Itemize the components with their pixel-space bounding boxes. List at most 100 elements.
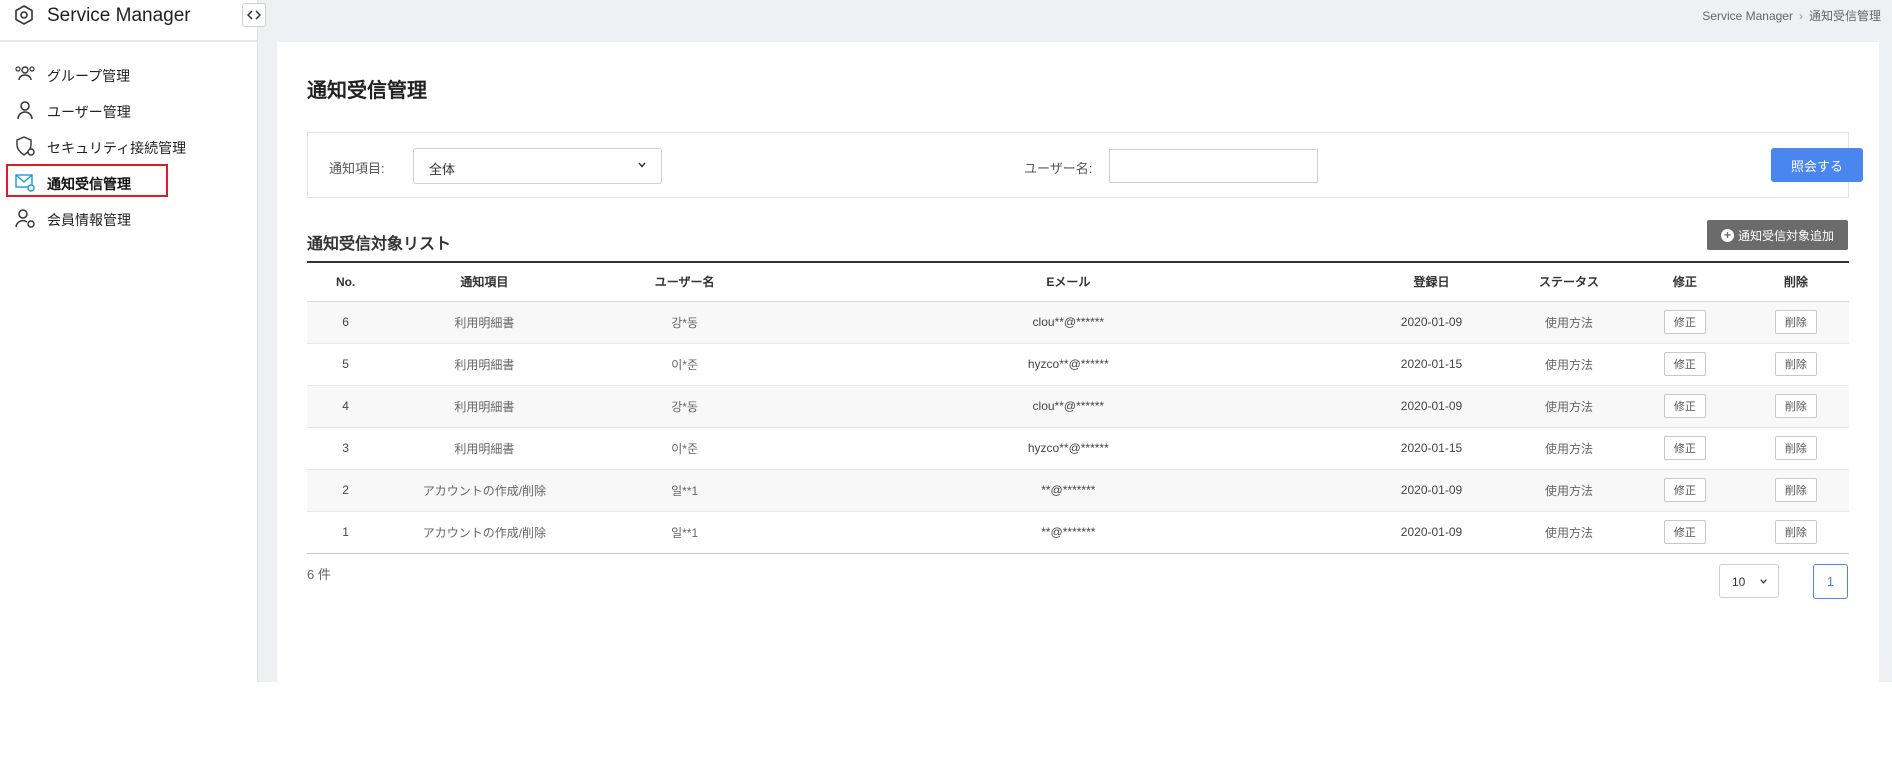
cell-no: 6 xyxy=(342,315,349,329)
cell-item: アカウントの作成/削除 xyxy=(422,525,547,540)
cell-date: 2020-01-09 xyxy=(1400,483,1463,497)
sidebar-item-label: グループ管理 xyxy=(47,68,131,84)
cell-date: 2020-01-15 xyxy=(1400,357,1463,371)
delete-button[interactable]: 削除 xyxy=(1774,352,1817,376)
column-header-no: No. xyxy=(335,274,356,289)
cell-edit: 修正 xyxy=(1627,469,1743,511)
edit-button[interactable]: 修正 xyxy=(1663,310,1706,334)
page-button-current[interactable]: 1 xyxy=(1813,564,1848,599)
cell-status: 使用方法 xyxy=(1545,525,1594,540)
chevron-down-icon xyxy=(638,162,646,168)
cell-no: 5 xyxy=(342,357,349,371)
notification-item-select[interactable]: 全体 xyxy=(413,148,662,184)
cell-edit: 修正 xyxy=(1627,385,1743,427)
cell-date: 2020-01-09 xyxy=(1400,315,1463,329)
page-size-select[interactable]: 10 xyxy=(1719,564,1779,598)
table-row: 4 利用明細書 강*동 clou**@****** 2020-01-09 使用方… xyxy=(307,385,1849,427)
sidebar-item-label: ユーザー管理 xyxy=(47,104,131,120)
cell-no: 4 xyxy=(342,399,349,413)
sidebar-item-notification[interactable]: 通知受信管理 xyxy=(0,164,257,202)
cell-email: **@******* xyxy=(1041,483,1096,497)
cell-email: clou**@****** xyxy=(1032,315,1105,329)
delete-button[interactable]: 削除 xyxy=(1774,520,1817,544)
cell-edit: 修正 xyxy=(1627,343,1743,385)
cell-user: 강*동 xyxy=(671,399,699,414)
cell-edit: 修正 xyxy=(1627,511,1743,553)
column-header-email: Eメール xyxy=(1046,275,1091,290)
sidebar: Service Manager グループ管理 ユーザー管理 セキュリティ接続管理… xyxy=(0,0,258,682)
sidebar-item-member[interactable]: 会員情報管理 xyxy=(0,202,257,238)
code-brackets-icon xyxy=(247,10,261,20)
cell-email: clou**@****** xyxy=(1032,399,1105,413)
table-row: 6 利用明細書 강*동 clou**@****** 2020-01-09 使用方… xyxy=(307,301,1849,343)
cell-email: hyzco**@****** xyxy=(1027,357,1109,371)
edit-button[interactable]: 修正 xyxy=(1663,436,1706,460)
cell-edit: 修正 xyxy=(1627,427,1743,469)
add-button-label: 通知受信対象追加 xyxy=(1737,228,1834,243)
breadcrumb-separator: › xyxy=(1798,9,1803,23)
edit-button[interactable]: 修正 xyxy=(1663,520,1706,544)
table-row: 2 アカウントの作成/削除 일**1 **@******* 2020-01-09… xyxy=(307,469,1849,511)
group-icon xyxy=(15,66,35,81)
cell-item: アカウントの作成/削除 xyxy=(422,483,547,498)
cell-user: 일**1 xyxy=(671,483,699,498)
cell-no: 3 xyxy=(342,441,349,455)
table-header-row: No. 通知項目 ユーザー名 Eメール 登録日 ステータス 修正 削除 xyxy=(307,262,1849,301)
username-input[interactable] xyxy=(1109,149,1318,183)
cell-edit: 修正 xyxy=(1627,301,1743,343)
chevron-down-icon xyxy=(1760,579,1767,584)
column-header-status: ステータス xyxy=(1539,275,1600,290)
sidebar-item-user[interactable]: ユーザー管理 xyxy=(0,94,257,130)
cell-no: 1 xyxy=(342,525,349,539)
breadcrumb-root[interactable]: Service Manager xyxy=(1702,9,1793,23)
content-card: 通知受信管理 通知項目: 全体 ユーザー名: 照会する 通知受信対象リスト + … xyxy=(277,42,1879,682)
edit-button[interactable]: 修正 xyxy=(1663,478,1706,502)
cell-no: 2 xyxy=(342,483,349,497)
cell-status: 使用方法 xyxy=(1545,315,1594,330)
add-target-button[interactable]: + 通知受信対象追加 xyxy=(1707,220,1848,250)
user-gear-icon xyxy=(15,209,35,228)
breadcrumb-current: 通知受信管理 xyxy=(1808,9,1881,23)
delete-button[interactable]: 削除 xyxy=(1774,436,1817,460)
table-row: 1 アカウントの作成/削除 일**1 **@******* 2020-01-09… xyxy=(307,511,1849,553)
sidebar-item-label: 通知受信管理 xyxy=(47,176,131,192)
cell-email: hyzco**@****** xyxy=(1027,441,1109,455)
cell-user: 이*준 xyxy=(671,357,699,372)
notification-table: No. 通知項目 ユーザー名 Eメール 登録日 ステータス 修正 削除 6 利用… xyxy=(307,261,1849,554)
delete-button[interactable]: 削除 xyxy=(1774,310,1817,334)
column-header-item: 通知項目 xyxy=(460,275,509,290)
cell-delete: 削除 xyxy=(1743,343,1849,385)
cell-delete: 削除 xyxy=(1743,301,1849,343)
cell-status: 使用方法 xyxy=(1545,483,1594,498)
cell-status: 使用方法 xyxy=(1545,441,1594,456)
search-button[interactable]: 照会する xyxy=(1771,148,1863,182)
cell-user: 이*준 xyxy=(671,441,699,456)
cell-user: 일**1 xyxy=(671,525,699,540)
delete-button[interactable]: 削除 xyxy=(1774,478,1817,502)
column-header-edit: 修正 xyxy=(1672,275,1697,290)
cell-delete: 削除 xyxy=(1743,385,1849,427)
shield-gear-icon xyxy=(16,136,35,156)
sidebar-item-label: セキュリティ接続管理 xyxy=(47,140,187,156)
sidebar-nav: グループ管理 ユーザー管理 セキュリティ接続管理 通知受信管理 会員情報管理 xyxy=(0,58,257,238)
sidebar-item-security[interactable]: セキュリティ接続管理 xyxy=(0,130,257,166)
edit-button[interactable]: 修正 xyxy=(1663,352,1706,376)
cell-email: **@******* xyxy=(1041,525,1096,539)
column-header-date: 登録日 xyxy=(1413,275,1450,290)
cell-date: 2020-01-09 xyxy=(1400,525,1463,539)
breadcrumb: Service Manager › 通知受信管理 xyxy=(1702,7,1881,24)
column-header-user: ユーザー名 xyxy=(654,275,715,290)
plus-circle-icon: + xyxy=(1720,228,1734,242)
user-icon xyxy=(17,101,33,120)
edit-button[interactable]: 修正 xyxy=(1663,394,1706,418)
sidebar-item-group[interactable]: グループ管理 xyxy=(0,58,257,94)
page-size-value: 10 xyxy=(1732,575,1746,589)
search-panel: 通知項目: 全体 ユーザー名: 照会する xyxy=(307,132,1863,198)
cell-delete: 削除 xyxy=(1743,511,1849,553)
sidebar-item-label: 会員情報管理 xyxy=(47,212,131,228)
cell-status: 使用方法 xyxy=(1545,357,1594,372)
column-header-delete: 削除 xyxy=(1783,275,1808,290)
delete-button[interactable]: 削除 xyxy=(1774,394,1817,418)
sidebar-toggle-button[interactable] xyxy=(242,3,266,27)
username-label: ユーザー名: xyxy=(1024,161,1093,176)
